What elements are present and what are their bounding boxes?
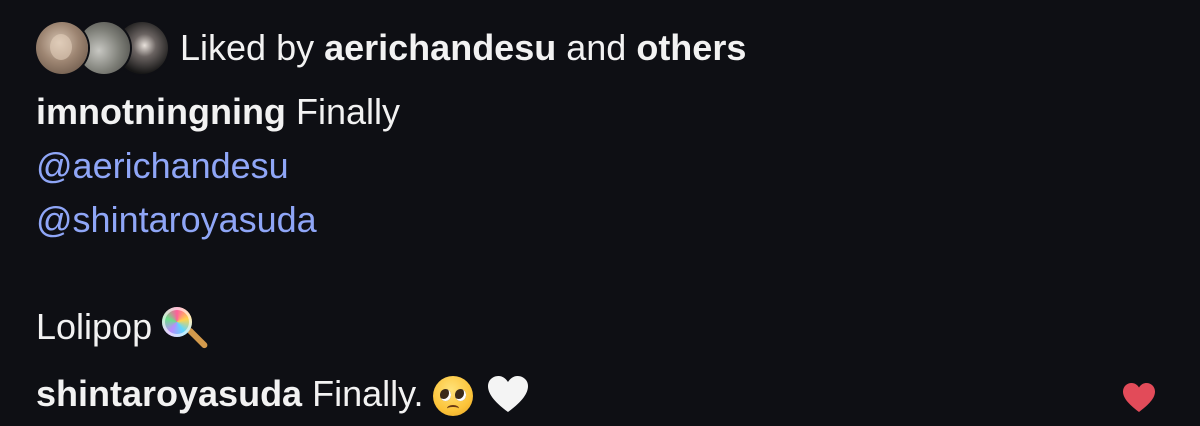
mention-link[interactable]: @aerichandesu [36,142,289,190]
liker-username[interactable]: aerichandesu [324,27,556,68]
comment-like-heart-icon[interactable] [1122,380,1156,412]
caption-last-line: Lolipop [36,303,209,353]
lollipop-icon [160,305,209,353]
comment-author[interactable]: shintaroyasuda [36,373,302,414]
comment: shintaroyasuda Finally. [36,370,535,420]
caption-first-line: imnotningning Finally [36,88,400,136]
likes-text: Liked by aerichandesu and others [180,27,746,69]
caption-text: Finally [295,91,400,132]
likes-summary[interactable]: Liked by aerichandesu and others [36,20,746,76]
pleading-face-icon [431,372,479,420]
liker-avatars[interactable] [36,20,168,76]
mention-link[interactable]: @shintaroyasuda [36,196,317,244]
likes-prefix: Liked by [180,27,315,68]
caption-lolipop-text: Lolipop [36,306,153,347]
likes-joiner: and [566,27,627,68]
white-heart-icon [487,372,535,420]
caption-author[interactable]: imnotningning [36,91,286,132]
comment-text: Finally. [312,373,424,414]
avatar [36,22,88,74]
likes-others-link[interactable]: others [636,27,746,68]
